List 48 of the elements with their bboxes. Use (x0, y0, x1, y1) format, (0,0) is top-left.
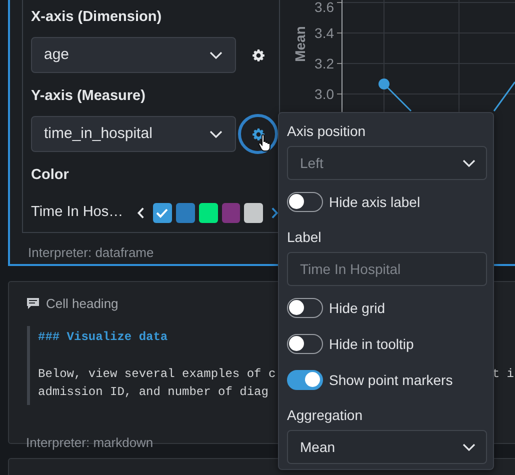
chevron-down-icon (462, 158, 476, 168)
code-line: t i (492, 366, 514, 382)
toggle-label: Hide grid (329, 299, 386, 317)
check-icon (156, 208, 168, 218)
color-swatch[interactable] (198, 202, 218, 223)
cell-title: Cell heading (46, 295, 118, 313)
chevron-right-icon[interactable] (271, 206, 279, 219)
toggle-label: Hide in tooltip (329, 335, 414, 353)
select-field[interactable]: Mean (287, 430, 487, 464)
color-swatch[interactable] (176, 202, 195, 223)
tick-label: 3.2 (314, 56, 334, 72)
tick-label: 3.4 (314, 25, 334, 41)
tick-label: 3.0 (314, 86, 334, 102)
hand-cursor-icon (258, 134, 272, 152)
gear-icon (252, 128, 264, 140)
toggle-switch[interactable] (287, 298, 323, 318)
comment-icon (26, 297, 40, 310)
gear-icon (252, 48, 264, 62)
field-label: Axis position (287, 122, 367, 140)
color-swatch[interactable] (222, 202, 240, 223)
axis-title: Mean (292, 26, 308, 62)
chevron-down-icon (209, 50, 223, 60)
interpreter-label: Interpreter: dataframe (28, 244, 154, 262)
plot-line (378, 78, 412, 112)
text-field[interactable]: Time In Hospital (287, 252, 487, 286)
code-line: admission ID, and number of diag (38, 384, 268, 400)
toggle-switch[interactable] (287, 370, 323, 390)
color-swatch[interactable] (244, 202, 264, 223)
select-field[interactable]: time_in_hospital (31, 116, 236, 152)
toggle-label: Show point markers (329, 371, 453, 389)
chevron-down-icon (209, 130, 223, 138)
tick-label: 3.6 (314, 0, 334, 15)
toggle-label: Hide axis label (329, 193, 420, 211)
chevron-down-icon (462, 442, 476, 452)
toggle-switch[interactable] (287, 334, 323, 354)
field-label: Aggregation (287, 406, 364, 424)
code-line: ### Visualize data (38, 328, 168, 346)
color-swatch[interactable] (152, 202, 172, 223)
series-name: Time In Hos… (31, 203, 124, 222)
select-field[interactable]: age (31, 37, 236, 73)
toggle-switch[interactable] (287, 192, 323, 212)
code-line: Below, view several examples of c (38, 366, 276, 382)
field-label: Y-axis (Measure) (31, 87, 146, 105)
field-label: X-axis (Dimension) (31, 8, 163, 26)
field-label: Label (287, 228, 322, 246)
field-label: Color (31, 166, 70, 184)
chevron-left-icon[interactable] (137, 206, 145, 219)
interpreter-label: Interpreter: markdown (26, 434, 154, 452)
